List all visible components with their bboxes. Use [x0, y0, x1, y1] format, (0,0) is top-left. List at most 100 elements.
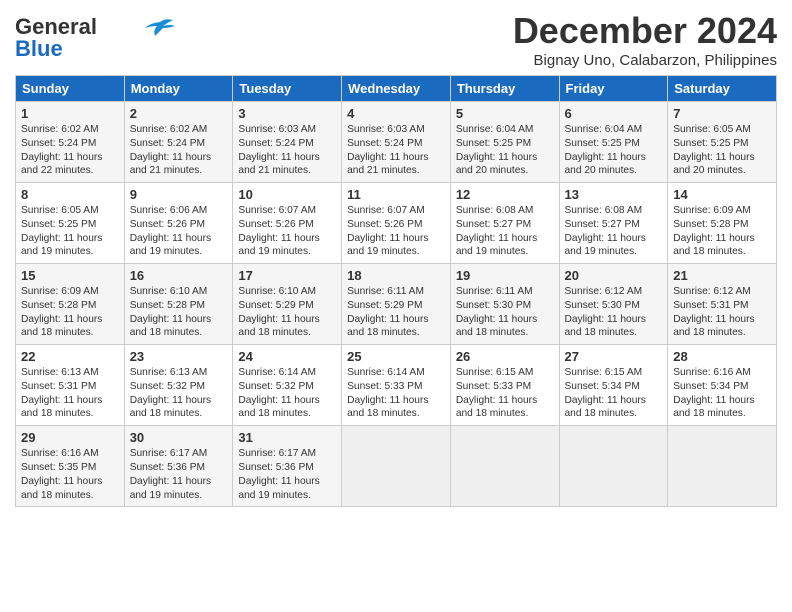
calendar-cell: 12 Sunrise: 6:08 AM Sunset: 5:27 PM Dayli… — [450, 183, 559, 264]
day-number: 13 — [565, 187, 663, 202]
calendar-cell: 2 Sunrise: 6:02 AM Sunset: 5:24 PM Daylig… — [124, 102, 233, 183]
header-saturday: Saturday — [668, 76, 777, 102]
week-row-3: 15 Sunrise: 6:09 AM Sunset: 5:28 PM Dayli… — [16, 264, 777, 345]
calendar-cell: 19 Sunrise: 6:11 AM Sunset: 5:30 PM Dayli… — [450, 264, 559, 345]
day-info: Sunrise: 6:06 AM Sunset: 5:26 PM Dayligh… — [130, 204, 228, 259]
calendar-cell: 14Sunrise: 6:09 AM Sunset: 5:28 PM Dayli… — [668, 183, 777, 264]
logo-blue: Blue — [15, 36, 63, 62]
week-row-4: 22Sunrise: 6:13 AM Sunset: 5:31 PM Dayli… — [16, 345, 777, 426]
day-number: 12 — [456, 187, 554, 202]
day-number: 6 — [565, 106, 663, 121]
header-monday: Monday — [124, 76, 233, 102]
day-info: Sunrise: 6:14 AM Sunset: 5:33 PM Dayligh… — [347, 366, 445, 421]
calendar-cell: 20 Sunrise: 6:12 AM Sunset: 5:30 PM Dayli… — [559, 264, 668, 345]
calendar-cell: 29Sunrise: 6:16 AM Sunset: 5:35 PM Dayli… — [16, 426, 125, 507]
day-info: Sunrise: 6:11 AM Sunset: 5:29 PM Dayligh… — [347, 285, 445, 340]
day-info: Sunrise: 6:12 AM Sunset: 5:30 PM Dayligh… — [565, 285, 663, 340]
day-info: Sunrise: 6:07 AM Sunset: 5:26 PM Dayligh… — [238, 204, 336, 259]
header-wednesday: Wednesday — [342, 76, 451, 102]
calendar-cell — [342, 426, 451, 507]
calendar-cell: 28 Sunrise: 6:16 AM Sunset: 5:34 PM Dayli… — [668, 345, 777, 426]
calendar-cell — [450, 426, 559, 507]
day-number: 28 — [673, 349, 771, 364]
week-row-2: 8 Sunrise: 6:05 AM Sunset: 5:25 PM Daylig… — [16, 183, 777, 264]
day-info: Sunrise: 6:03 AM Sunset: 5:24 PM Dayligh… — [347, 123, 445, 178]
header-thursday: Thursday — [450, 76, 559, 102]
day-info: Sunrise: 6:07 AM Sunset: 5:26 PM Dayligh… — [347, 204, 445, 259]
day-info: Sunrise: 6:11 AM Sunset: 5:30 PM Dayligh… — [456, 285, 554, 340]
header-friday: Friday — [559, 76, 668, 102]
day-number: 24 — [238, 349, 336, 364]
day-info: Sunrise: 6:09 AM Sunset: 5:28 PM Dayligh… — [21, 285, 119, 340]
day-info: Sunrise: 6:13 AM Sunset: 5:32 PM Dayligh… — [130, 366, 228, 421]
calendar-title-area: December 2024 Bignay Uno, Calabarzon, Ph… — [513, 10, 777, 69]
calendar-cell — [559, 426, 668, 507]
calendar-cell: 8 Sunrise: 6:05 AM Sunset: 5:25 PM Daylig… — [16, 183, 125, 264]
logo: General Blue — [15, 14, 175, 62]
day-number: 3 — [238, 106, 336, 121]
day-info: Sunrise: 6:10 AM Sunset: 5:28 PM Dayligh… — [130, 285, 228, 340]
calendar-cell: 13 Sunrise: 6:08 AM Sunset: 5:27 PM Dayli… — [559, 183, 668, 264]
day-number: 8 — [21, 187, 119, 202]
calendar-cell: 27Sunrise: 6:15 AM Sunset: 5:34 PM Dayli… — [559, 345, 668, 426]
day-info: Sunrise: 6:05 AM Sunset: 5:25 PM Dayligh… — [21, 204, 119, 259]
calendar-cell — [668, 426, 777, 507]
calendar-cell: 30Sunrise: 6:17 AM Sunset: 5:36 PM Dayli… — [124, 426, 233, 507]
header-tuesday: Tuesday — [233, 76, 342, 102]
day-number: 23 — [130, 349, 228, 364]
calendar-cell: 15 Sunrise: 6:09 AM Sunset: 5:28 PM Dayli… — [16, 264, 125, 345]
calendar-cell: 5 Sunrise: 6:04 AM Sunset: 5:25 PM Daylig… — [450, 102, 559, 183]
day-info: Sunrise: 6:08 AM Sunset: 5:27 PM Dayligh… — [456, 204, 554, 259]
day-info: Sunrise: 6:02 AM Sunset: 5:24 PM Dayligh… — [21, 123, 119, 178]
day-number: 20 — [565, 268, 663, 283]
week-row-5: 29Sunrise: 6:16 AM Sunset: 5:35 PM Dayli… — [16, 426, 777, 507]
day-number: 5 — [456, 106, 554, 121]
day-info: Sunrise: 6:05 AM Sunset: 5:25 PM Dayligh… — [673, 123, 771, 178]
calendar-cell: 24Sunrise: 6:14 AM Sunset: 5:32 PM Dayli… — [233, 345, 342, 426]
calendar-cell: 11 Sunrise: 6:07 AM Sunset: 5:26 PM Dayli… — [342, 183, 451, 264]
calendar-cell: 23 Sunrise: 6:13 AM Sunset: 5:32 PM Dayli… — [124, 345, 233, 426]
day-info: Sunrise: 6:04 AM Sunset: 5:25 PM Dayligh… — [456, 123, 554, 178]
day-info: Sunrise: 6:15 AM Sunset: 5:33 PM Dayligh… — [456, 366, 554, 421]
day-info: Sunrise: 6:02 AM Sunset: 5:24 PM Dayligh… — [130, 123, 228, 178]
calendar-header-row: SundayMondayTuesdayWednesdayThursdayFrid… — [16, 76, 777, 102]
day-number: 17 — [238, 268, 336, 283]
page-header: General Blue December 2024 Bignay Uno, C… — [15, 10, 777, 69]
day-info: Sunrise: 6:13 AM Sunset: 5:31 PM Dayligh… — [21, 366, 119, 421]
day-info: Sunrise: 6:15 AM Sunset: 5:34 PM Dayligh… — [565, 366, 663, 421]
calendar-cell: 3Sunrise: 6:03 AM Sunset: 5:24 PM Daylig… — [233, 102, 342, 183]
calendar-cell: 17Sunrise: 6:10 AM Sunset: 5:29 PM Dayli… — [233, 264, 342, 345]
calendar-cell: 1Sunrise: 6:02 AM Sunset: 5:24 PM Daylig… — [16, 102, 125, 183]
calendar-cell: 9Sunrise: 6:06 AM Sunset: 5:26 PM Daylig… — [124, 183, 233, 264]
calendar-cell: 10 Sunrise: 6:07 AM Sunset: 5:26 PM Dayli… — [233, 183, 342, 264]
day-number: 11 — [347, 187, 445, 202]
month-title: December 2024 — [513, 10, 777, 52]
logo-bird-icon — [145, 18, 175, 36]
calendar-cell: 22Sunrise: 6:13 AM Sunset: 5:31 PM Dayli… — [16, 345, 125, 426]
day-number: 2 — [130, 106, 228, 121]
day-info: Sunrise: 6:17 AM Sunset: 5:36 PM Dayligh… — [238, 447, 336, 502]
header-sunday: Sunday — [16, 76, 125, 102]
day-info: Sunrise: 6:08 AM Sunset: 5:27 PM Dayligh… — [565, 204, 663, 259]
day-number: 15 — [21, 268, 119, 283]
day-number: 19 — [456, 268, 554, 283]
calendar-cell: 26Sunrise: 6:15 AM Sunset: 5:33 PM Dayli… — [450, 345, 559, 426]
calendar-cell: 31 Sunrise: 6:17 AM Sunset: 5:36 PM Dayli… — [233, 426, 342, 507]
calendar-cell: 21 Sunrise: 6:12 AM Sunset: 5:31 PM Dayli… — [668, 264, 777, 345]
day-number: 10 — [238, 187, 336, 202]
calendar-cell: 25Sunrise: 6:14 AM Sunset: 5:33 PM Dayli… — [342, 345, 451, 426]
calendar-table: SundayMondayTuesdayWednesdayThursdayFrid… — [15, 75, 777, 507]
calendar-cell: 6 Sunrise: 6:04 AM Sunset: 5:25 PM Daylig… — [559, 102, 668, 183]
day-info: Sunrise: 6:04 AM Sunset: 5:25 PM Dayligh… — [565, 123, 663, 178]
day-info: Sunrise: 6:12 AM Sunset: 5:31 PM Dayligh… — [673, 285, 771, 340]
day-number: 21 — [673, 268, 771, 283]
day-number: 31 — [238, 430, 336, 445]
day-number: 16 — [130, 268, 228, 283]
day-info: Sunrise: 6:16 AM Sunset: 5:34 PM Dayligh… — [673, 366, 771, 421]
day-number: 7 — [673, 106, 771, 121]
day-number: 14 — [673, 187, 771, 202]
day-number: 4 — [347, 106, 445, 121]
calendar-body: 1Sunrise: 6:02 AM Sunset: 5:24 PM Daylig… — [16, 102, 777, 507]
calendar-cell: 16 Sunrise: 6:10 AM Sunset: 5:28 PM Dayli… — [124, 264, 233, 345]
day-info: Sunrise: 6:16 AM Sunset: 5:35 PM Dayligh… — [21, 447, 119, 502]
